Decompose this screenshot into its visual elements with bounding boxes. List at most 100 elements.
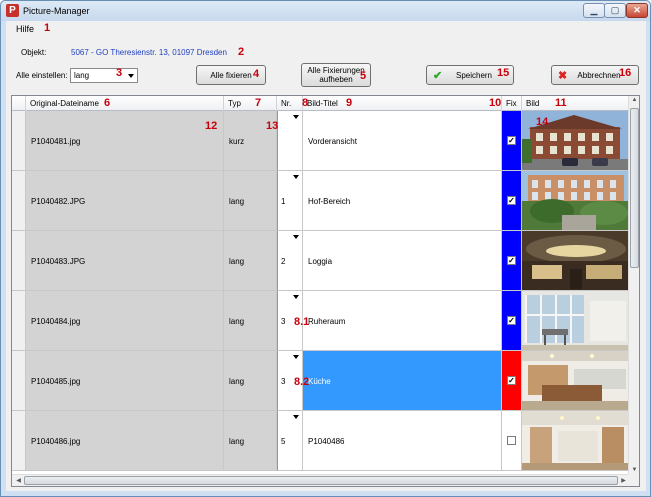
fix-cell[interactable]: ✓ xyxy=(502,291,522,351)
annotation-label: 6 xyxy=(104,97,111,109)
filename-cell[interactable]: P1040481.jpg xyxy=(26,111,224,171)
vertical-scrollbar[interactable]: ▲ ▼ xyxy=(628,96,639,474)
title-text: Vorderansicht xyxy=(308,137,357,146)
scroll-down-icon[interactable]: ▼ xyxy=(629,467,639,473)
annotation-label: 16 xyxy=(619,67,632,79)
number-dropdown[interactable] xyxy=(277,111,303,171)
fix-checkbox[interactable]: ✓ xyxy=(507,256,516,265)
image-thumbnail[interactable] xyxy=(522,351,630,411)
title-field[interactable]: Ruheraum xyxy=(303,291,502,351)
type-cell[interactable]: lang xyxy=(224,231,277,291)
filename-cell[interactable]: P1040486.jpg xyxy=(26,411,224,471)
title-field[interactable]: Küche xyxy=(303,351,502,411)
row-selector[interactable] xyxy=(12,171,26,231)
row-selector[interactable] xyxy=(12,411,26,471)
filename-text: P1040486.jpg xyxy=(31,437,81,446)
title-field[interactable]: Loggia xyxy=(303,231,502,291)
title-text: Ruheraum xyxy=(308,317,346,326)
chevron-down-icon xyxy=(293,115,299,119)
filename-cell[interactable]: P1040482.JPG xyxy=(26,171,224,231)
filename-text: P1040485.jpg xyxy=(31,377,81,386)
window-title: Picture-Manager xyxy=(23,6,90,16)
image-thumbnail[interactable] xyxy=(522,171,630,231)
fix-checkbox[interactable] xyxy=(507,436,516,445)
save-label: Speichern xyxy=(455,71,493,80)
chevron-down-icon xyxy=(293,175,299,179)
type-text: kurz xyxy=(229,137,245,146)
image-thumbnail[interactable] xyxy=(522,411,630,471)
fix-cell[interactable]: ✓ xyxy=(502,351,522,411)
annotation-label: 11 xyxy=(555,97,567,109)
title-text: Hof-Bereich xyxy=(308,197,351,206)
fix-checkbox[interactable]: ✓ xyxy=(507,196,516,205)
title-field[interactable]: Vorderansicht xyxy=(303,111,502,171)
title-text: P1040486 xyxy=(308,437,345,446)
title-bar[interactable]: P Picture-Manager ▁ ▢ ✕ xyxy=(1,1,650,21)
annotation-label: 7 xyxy=(255,97,262,109)
cancel-label: Abbrechnen xyxy=(577,71,621,80)
column-header-title[interactable]: Bild-Titel xyxy=(303,96,502,111)
type-cell[interactable]: lang xyxy=(224,291,277,351)
filename-text: P1040483.JPG xyxy=(31,257,86,266)
type-text: lang xyxy=(229,317,245,326)
column-header-type[interactable]: Typ xyxy=(224,96,277,111)
menu-item-help[interactable]: Hilfe xyxy=(16,24,34,34)
table-row[interactable]: P1040486.jpg lang 5 P1040486 xyxy=(12,411,630,471)
image-thumbnail[interactable] xyxy=(522,291,630,351)
annotation-label: 13 xyxy=(266,120,279,132)
chevron-down-icon xyxy=(128,74,134,78)
fix-checkbox[interactable]: ✓ xyxy=(507,376,516,385)
vertical-scroll-thumb[interactable] xyxy=(630,108,639,268)
title-field[interactable]: P1040486 xyxy=(303,411,502,471)
image-thumbnail[interactable] xyxy=(522,231,630,291)
type-cell[interactable]: lang xyxy=(224,411,277,471)
table-row[interactable]: P1040483.JPG lang 2 Loggia ✓ xyxy=(12,231,630,291)
title-text: Küche xyxy=(308,377,331,386)
type-cell[interactable]: lang xyxy=(224,171,277,231)
column-header-fix[interactable]: Fix xyxy=(502,96,522,111)
fix-checkbox[interactable]: ✓ xyxy=(507,136,516,145)
fix-cell[interactable]: ✓ xyxy=(502,171,522,231)
fix-checkbox[interactable]: ✓ xyxy=(507,316,516,325)
title-field[interactable]: Hof-Bereich xyxy=(303,171,502,231)
column-header-image[interactable]: Bild xyxy=(522,96,630,111)
filename-text: P1040481.jpg xyxy=(31,137,81,146)
filename-cell[interactable]: P1040484.jpg xyxy=(26,291,224,351)
column-header-filename[interactable]: Original-Dateiname xyxy=(26,96,224,111)
scroll-up-icon[interactable]: ▲ xyxy=(629,97,639,103)
filename-cell[interactable]: P1040485.jpg xyxy=(26,351,224,411)
app-window: P Picture-Manager ▁ ▢ ✕ Hilfe 1 Objekt: … xyxy=(0,0,651,497)
filename-cell[interactable]: P1040483.JPG xyxy=(26,231,224,291)
set-all-select[interactable]: lang xyxy=(70,68,138,83)
number-dropdown[interactable]: 2 xyxy=(277,231,303,291)
table-row[interactable]: P1040485.jpg lang 3 Küche ✓ xyxy=(12,351,630,411)
row-selector[interactable] xyxy=(12,111,26,171)
chevron-down-icon xyxy=(293,415,299,419)
horizontal-scrollbar[interactable]: ◀ ▶ xyxy=(12,474,630,486)
close-window-button[interactable]: ✕ xyxy=(626,3,648,18)
row-selector[interactable] xyxy=(12,291,26,351)
set-all-value: lang xyxy=(74,71,90,80)
type-text: lang xyxy=(229,437,245,446)
annotation-label: 9 xyxy=(346,97,353,109)
minimize-button[interactable]: ▁ xyxy=(583,3,605,18)
row-selector[interactable] xyxy=(12,351,26,411)
table-row[interactable]: P1040482.JPG lang 1 Hof-Bereich ✓ xyxy=(12,171,630,231)
maximize-button[interactable]: ▢ xyxy=(604,3,626,18)
number-dropdown[interactable]: 1 xyxy=(277,171,303,231)
column-header-number[interactable]: Nr. xyxy=(277,96,303,111)
fix-cell[interactable] xyxy=(502,411,522,471)
number-text: 1 xyxy=(281,197,286,206)
close-icon: ✖ xyxy=(558,70,568,82)
horizontal-scroll-thumb[interactable] xyxy=(24,476,618,485)
row-selector[interactable] xyxy=(12,231,26,291)
title-text: Loggia xyxy=(308,257,333,266)
number-dropdown[interactable]: 5 xyxy=(277,411,303,471)
object-value: 5067 - GO Theresienstr. 13, 01097 Dresde… xyxy=(71,48,227,57)
fix-cell[interactable]: ✓ xyxy=(502,231,522,291)
fix-cell[interactable]: ✓ xyxy=(502,111,522,171)
scroll-left-icon[interactable]: ◀ xyxy=(13,477,24,484)
type-cell[interactable]: lang xyxy=(224,351,277,411)
filename-text: P1040484.jpg xyxy=(31,317,81,326)
table-row[interactable]: P1040484.jpg lang 3 Ruheraum ✓ xyxy=(12,291,630,351)
